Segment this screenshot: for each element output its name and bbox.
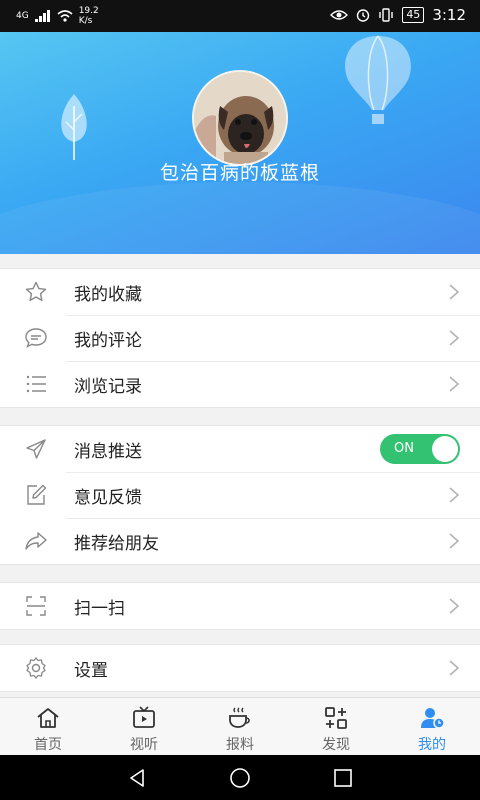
menu-item-settings[interactable]: 设置 — [0, 645, 480, 691]
dog-photo — [194, 72, 286, 164]
status-bar: 4G 19.2 K/s 45 3:12 — [0, 0, 480, 32]
signal-icon: 4G — [16, 11, 29, 21]
recents-icon[interactable] — [332, 767, 354, 789]
comment-icon — [25, 328, 47, 348]
home-button-icon[interactable] — [229, 767, 251, 789]
chevron-right-icon — [449, 376, 460, 392]
alarm-icon — [357, 9, 370, 22]
menu-label: 扫一扫 — [74, 598, 125, 619]
chevron-right-icon — [449, 533, 460, 549]
tab-label: 报料 — [226, 737, 254, 753]
menu-label: 意见反馈 — [74, 487, 142, 508]
network-speed: 19.2 K/s — [78, 6, 99, 26]
menu-item-comments[interactable]: 我的评论 — [0, 315, 480, 361]
tab-label: 首页 — [34, 737, 62, 753]
tab-report[interactable]: 报料 — [192, 698, 288, 755]
menu-label: 设置 — [74, 660, 108, 681]
back-icon[interactable] — [126, 767, 148, 789]
chevron-right-icon — [449, 284, 460, 300]
share-icon — [25, 532, 47, 550]
menu-group-personal: 我的收藏 我的评论 浏览记录 — [0, 268, 480, 408]
chevron-right-icon — [449, 487, 460, 503]
eye-icon — [330, 10, 349, 20]
tv-icon — [133, 706, 155, 728]
star-icon — [25, 281, 47, 302]
menu-item-history[interactable]: 浏览记录 — [0, 361, 480, 407]
menu-label: 推荐给朋友 — [74, 533, 159, 554]
tab-label: 视听 — [130, 737, 158, 753]
username[interactable]: 包治百病的板蓝根 — [0, 158, 480, 185]
bottom-tab-bar: 首页 视听 报料 发现 我的 — [0, 697, 480, 755]
clock: 3:12 — [432, 6, 466, 24]
tab-home[interactable]: 首页 — [0, 698, 96, 755]
tab-mine[interactable]: 我的 — [384, 698, 480, 755]
home-icon — [37, 708, 59, 728]
system-nav-bar — [0, 755, 480, 800]
menu-label: 我的评论 — [74, 330, 142, 351]
menu-item-favorites[interactable]: 我的收藏 — [0, 269, 480, 315]
push-toggle[interactable]: ON — [380, 434, 460, 464]
toggle-knob — [432, 436, 458, 462]
menu-group-social: 消息推送 ON 意见反馈 推荐给朋友 — [0, 425, 480, 565]
menu-label: 浏览记录 — [74, 376, 142, 397]
signal-bars-icon — [34, 10, 50, 22]
menu-label: 我的收藏 — [74, 284, 142, 305]
tab-video[interactable]: 视听 — [96, 698, 192, 755]
edit-icon — [27, 484, 47, 505]
tree-decoration — [61, 94, 87, 160]
menu-item-push: 消息推送 ON — [0, 426, 480, 472]
chevron-right-icon — [449, 660, 460, 676]
tab-label: 发现 — [322, 737, 350, 753]
menu-item-scan[interactable]: 扫一扫 — [0, 583, 480, 629]
profile-header: 包治百病的板蓝根 — [0, 32, 480, 254]
battery-indicator: 45 — [402, 7, 425, 23]
list-icon — [26, 375, 46, 393]
send-icon — [26, 439, 46, 459]
discover-icon — [325, 707, 347, 729]
chevron-right-icon — [449, 598, 460, 614]
vibrate-icon — [379, 8, 394, 22]
menu-item-recommend[interactable]: 推荐给朋友 — [0, 518, 480, 564]
header-wave-decoration — [0, 182, 480, 254]
menu-item-feedback[interactable]: 意见反馈 — [0, 472, 480, 518]
toggle-state: ON — [394, 441, 414, 456]
coffee-icon — [229, 707, 250, 728]
chevron-right-icon — [449, 330, 460, 346]
menu-group-scan: 扫一扫 — [0, 582, 480, 630]
menu-group-settings: 设置 — [0, 644, 480, 692]
user-icon — [421, 708, 445, 729]
menu-label: 消息推送 — [74, 441, 142, 462]
wifi-icon — [57, 10, 73, 22]
balloon-decoration — [345, 35, 411, 124]
tab-discover[interactable]: 发现 — [288, 698, 384, 755]
scan-icon — [26, 596, 46, 616]
tab-label: 我的 — [418, 737, 446, 753]
avatar[interactable] — [192, 70, 288, 166]
gear-icon — [26, 657, 46, 679]
